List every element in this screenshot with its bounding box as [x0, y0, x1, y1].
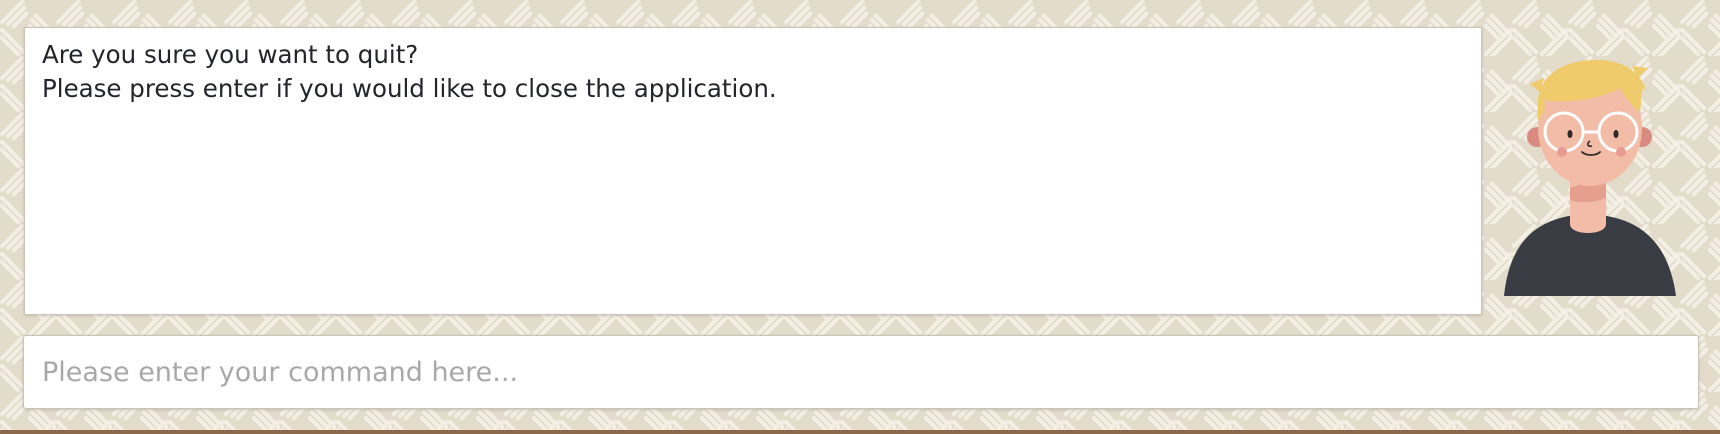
user-avatar-icon: [1504, 60, 1676, 296]
dialog-line-1: Are you sure you want to quit?: [42, 40, 419, 69]
window-bottom-border: [0, 430, 1720, 434]
command-input[interactable]: [23, 335, 1699, 409]
response-dialog-box: Are you sure you want to quit? Please pr…: [24, 27, 1482, 315]
dialog-line-2: Please press enter if you would like to …: [42, 74, 777, 103]
